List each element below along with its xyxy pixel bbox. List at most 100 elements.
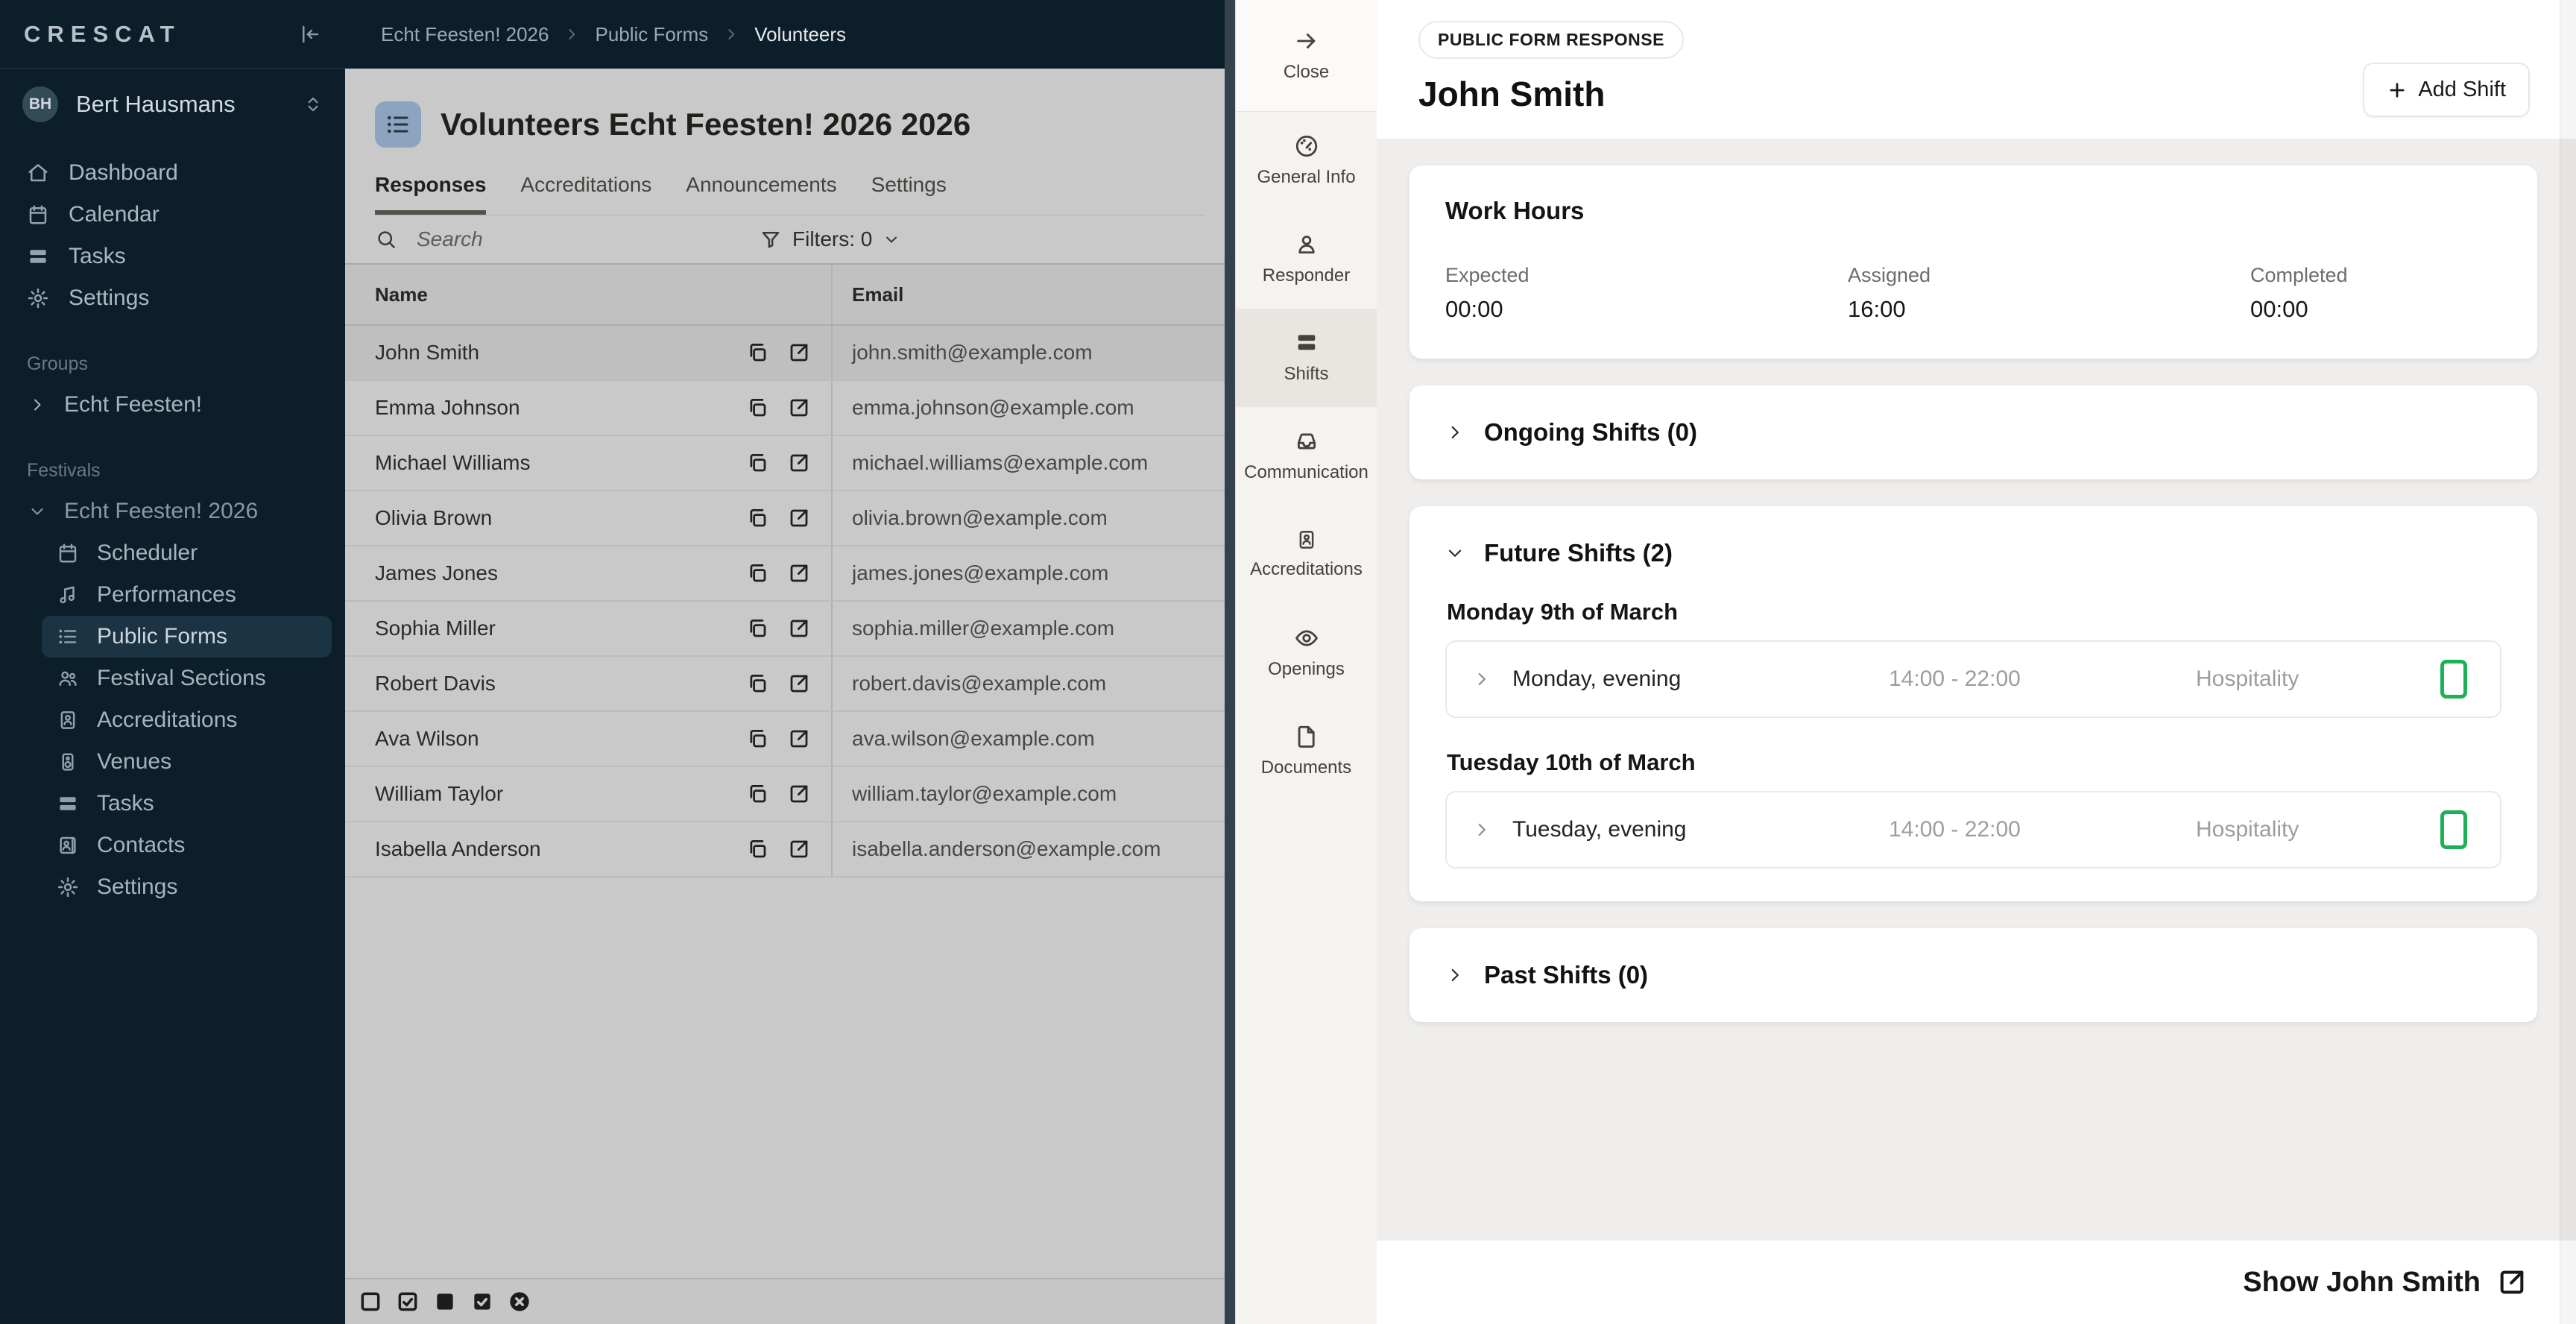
breadcrumb-item[interactable]: Echt Feesten! 2026: [381, 23, 549, 46]
detail-scrollbar[interactable]: [2560, 0, 2576, 1324]
duplicate-icon[interactable]: [746, 507, 768, 529]
open-in-new-icon[interactable]: [788, 783, 810, 805]
past-shifts-title: Past Shifts (0): [1484, 961, 1649, 989]
column-header-email[interactable]: Email: [831, 265, 1235, 324]
detail-nav-responder[interactable]: Responder: [1236, 210, 1377, 309]
detail-panel: PUBLIC FORM RESPONSE John Smith Add Shif…: [1377, 0, 2576, 1324]
stat-value: 00:00: [2250, 296, 2308, 322]
search-input[interactable]: [417, 227, 625, 251]
table-row[interactable]: Emma Johnson emma.johnson@example.com: [345, 381, 1235, 436]
open-in-new-icon[interactable]: [788, 452, 810, 474]
duplicate-icon[interactable]: [746, 397, 768, 419]
sidebar-item-settings[interactable]: Settings: [0, 277, 345, 319]
sidebar-nav: Dashboard Calendar Tasks Settings: [0, 152, 345, 319]
square-check-filled-icon[interactable]: [470, 1290, 494, 1314]
tab-announcements[interactable]: Announcements: [686, 173, 836, 215]
table-row[interactable]: Olivia Brown olivia.brown@example.com: [345, 491, 1235, 546]
sidebar-item-public-forms[interactable]: Public Forms: [42, 616, 332, 658]
sidebar-item-accreditations[interactable]: Accreditations: [42, 699, 332, 741]
breadcrumb-item[interactable]: Volunteers: [754, 23, 846, 46]
row-actions: [746, 341, 810, 364]
open-in-new-icon[interactable]: [788, 562, 810, 584]
breadcrumb-item[interactable]: Public Forms: [595, 23, 708, 46]
duplicate-icon[interactable]: [746, 341, 768, 364]
add-shift-button[interactable]: Add Shift: [2363, 63, 2530, 117]
detail-nav-accreditations[interactable]: Accreditations: [1236, 505, 1377, 604]
open-in-new-icon[interactable]: [788, 507, 810, 529]
sidebar-item-calendar[interactable]: Calendar: [0, 194, 345, 236]
duplicate-icon[interactable]: [746, 672, 768, 695]
tab-responses[interactable]: Responses: [375, 173, 487, 215]
sidebar-item-dashboard[interactable]: Dashboard: [0, 152, 345, 194]
duplicate-icon[interactable]: [746, 617, 768, 640]
sidebar-item-tasks[interactable]: Tasks: [42, 783, 332, 825]
open-in-new-icon[interactable]: [788, 341, 810, 364]
row-email: isabella.anderson@example.com: [852, 837, 1161, 860]
past-shifts-toggle[interactable]: Past Shifts (0): [1445, 961, 2501, 989]
duplicate-icon[interactable]: [746, 783, 768, 805]
open-in-new-icon[interactable]: [788, 397, 810, 419]
detail-footer: Show John Smith: [1377, 1241, 2576, 1324]
square-check-outline-icon[interactable]: [396, 1290, 420, 1314]
shift-row[interactable]: Tuesday, evening 14:00 - 22:00 Hospitali…: [1445, 791, 2501, 869]
table-row[interactable]: James Jones james.jones@example.com: [345, 546, 1235, 602]
sidebar-group-item[interactable]: Echt Feesten!: [0, 384, 345, 426]
table-row[interactable]: Michael Williams michael.williams@exampl…: [345, 436, 1235, 491]
detail-side-nav: Close General Info Responder Shifts Comm…: [1235, 0, 1377, 1324]
avatar: BH: [22, 86, 58, 122]
file-icon: [1294, 724, 1319, 749]
duplicate-icon[interactable]: [746, 562, 768, 584]
tab-accreditations[interactable]: Accreditations: [520, 173, 651, 215]
row-name: Sophia Miller: [375, 617, 496, 640]
shift-section: Hospitality: [2196, 817, 2299, 842]
logo-row: CRESCAT: [0, 0, 345, 69]
sidebar-item-performances[interactable]: Performances: [42, 574, 332, 616]
filters-dropdown[interactable]: Filters: 0: [760, 227, 900, 251]
detail-nav-documents[interactable]: Documents: [1236, 702, 1377, 801]
table-row[interactable]: Isabella Anderson isabella.anderson@exam…: [345, 822, 1235, 877]
duplicate-icon[interactable]: [746, 838, 768, 860]
table-row[interactable]: Robert Davis robert.davis@example.com: [345, 657, 1235, 712]
shift-status-checkbox[interactable]: [2440, 810, 2467, 849]
open-in-new-icon[interactable]: [788, 672, 810, 695]
table-row[interactable]: Sophia Miller sophia.miller@example.com: [345, 602, 1235, 657]
sidebar-item-settings[interactable]: Settings: [42, 866, 332, 908]
detail-nav-shifts[interactable]: Shifts: [1236, 309, 1377, 407]
sidebar-item-contacts[interactable]: Contacts: [42, 825, 332, 866]
table-row[interactable]: Ava Wilson ava.wilson@example.com: [345, 712, 1235, 767]
collapse-sidebar-icon[interactable]: [299, 23, 321, 45]
open-in-new-icon[interactable]: [788, 838, 810, 860]
detail-nav-general-info[interactable]: General Info: [1236, 112, 1377, 210]
duplicate-icon[interactable]: [746, 728, 768, 750]
ongoing-shifts-toggle[interactable]: Ongoing Shifts (0): [1445, 418, 2501, 447]
stat-label: Completed: [2250, 264, 2348, 286]
open-in-new-icon[interactable]: [788, 617, 810, 640]
column-header-name[interactable]: Name: [345, 265, 831, 324]
shift-status-checkbox[interactable]: [2440, 660, 2467, 699]
add-shift-label: Add Shift: [2418, 78, 2506, 101]
show-responder-label: Show John Smith: [2243, 1266, 2481, 1298]
page-title: Volunteers Echt Feesten! 2026 2026: [441, 107, 971, 142]
table-row[interactable]: John Smith john.smith@example.com: [345, 326, 1235, 381]
detail-nav-close[interactable]: Close: [1236, 0, 1377, 112]
duplicate-icon[interactable]: [746, 452, 768, 474]
square-filled-icon[interactable]: [433, 1290, 457, 1314]
sidebar-item-venues[interactable]: Venues: [42, 741, 332, 783]
square-outline-icon[interactable]: [359, 1290, 382, 1314]
future-shifts-toggle[interactable]: Future Shifts (2): [1445, 539, 2501, 567]
detail-nav-communication[interactable]: Communication: [1236, 407, 1377, 505]
table-row[interactable]: William Taylor william.taylor@example.co…: [345, 767, 1235, 822]
open-in-new-icon[interactable]: [788, 728, 810, 750]
sidebar-item-scheduler[interactable]: Scheduler: [42, 532, 332, 574]
list-scrollbar[interactable]: [1225, 0, 1235, 1324]
shift-row[interactable]: Monday, evening 14:00 - 22:00 Hospitalit…: [1445, 640, 2501, 718]
sidebar-item-festival-sections[interactable]: Festival Sections: [42, 658, 332, 699]
user-menu[interactable]: BH Bert Hausmans: [0, 69, 345, 140]
sidebar-item-festival[interactable]: Echt Feesten! 2026: [0, 491, 345, 532]
show-responder-link[interactable]: Show John Smith: [2243, 1267, 2527, 1299]
sidebar-item-tasks[interactable]: Tasks: [0, 236, 345, 277]
future-shifts-card: Future Shifts (2) Monday 9th of March Mo…: [1409, 506, 2537, 901]
circle-x-filled-icon[interactable]: [508, 1290, 531, 1314]
detail-nav-openings[interactable]: Openings: [1236, 604, 1377, 702]
tab-settings[interactable]: Settings: [871, 173, 947, 215]
